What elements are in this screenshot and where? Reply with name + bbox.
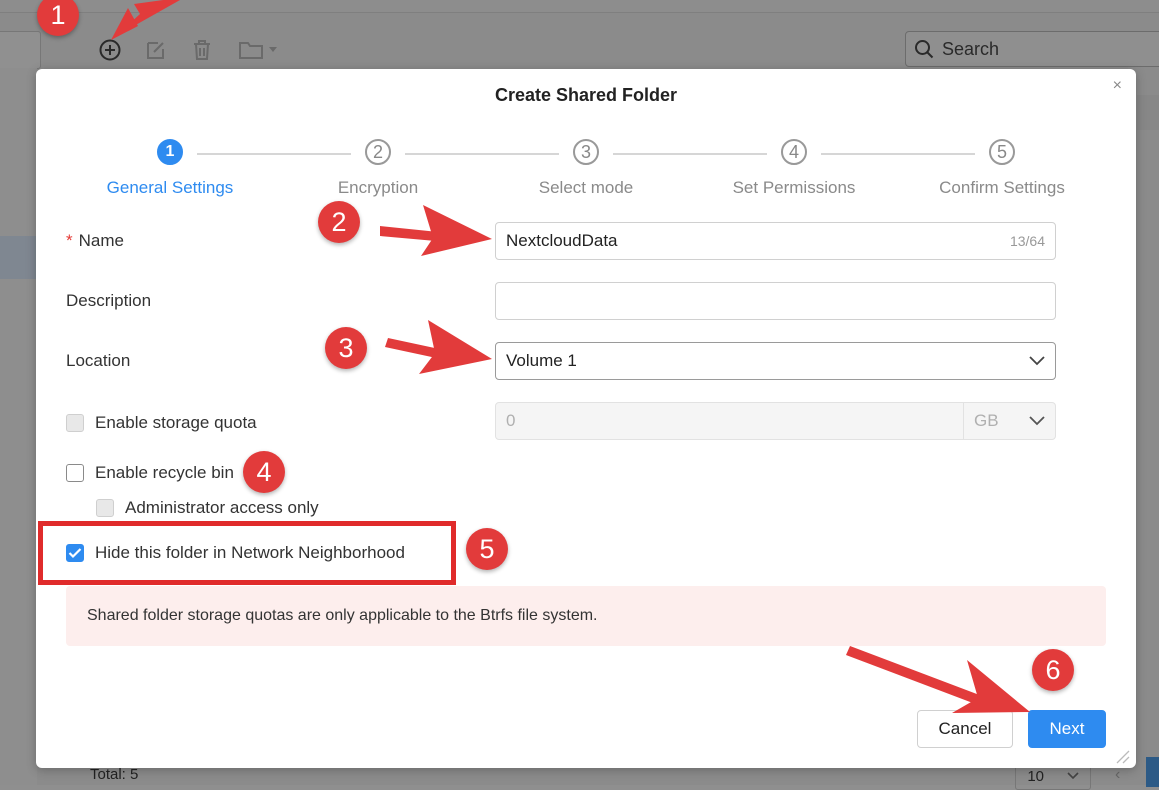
step-number: 1 [157,139,183,165]
quota-unit-value: GB [974,411,999,430]
chevron-down-icon [1067,772,1079,780]
chevron-down-icon [1029,416,1045,426]
close-icon[interactable]: × [1113,77,1122,95]
page-size-value: 10 [1027,767,1045,785]
chevron-down-icon [1029,356,1045,366]
step-connector [197,153,351,155]
step-number: 2 [365,139,391,165]
step-label: Set Permissions [732,178,856,197]
notice-text: Shared folder storage quotas are only ap… [87,607,598,624]
search-input[interactable]: Search [905,31,1159,67]
admin-only-checkbox-row[interactable]: Administrator access only [96,498,319,518]
description-input[interactable] [495,282,1056,320]
top-strip [0,0,1159,13]
step-label: General Settings [106,178,234,197]
step-label: Encryption [337,178,419,197]
quota-unit-select[interactable]: GB [963,403,1055,439]
name-input[interactable]: NextcloudData 13/64 [495,222,1056,260]
name-value: NextcloudData [506,231,618,250]
admin-only-label: Administrator access only [125,498,319,517]
description-label: Description [66,291,152,310]
storage-quota-checkbox[interactable] [66,414,84,432]
cancel-button[interactable]: Cancel [917,710,1013,748]
page-current[interactable] [1146,757,1159,787]
highlight-box [38,521,456,585]
create-shared-folder-dialog: Create Shared Folder × 1 General Setting… [36,69,1136,768]
name-char-counter: 13/64 [1009,233,1045,249]
next-button[interactable]: Next [1028,710,1106,748]
btrfs-notice: Shared folder storage quotas are only ap… [66,586,1106,646]
trash-icon[interactable] [190,38,214,62]
recycle-bin-checkbox[interactable] [66,464,84,482]
chevron-down-icon [269,47,277,52]
left-panel [0,68,37,785]
step-label: Select mode [538,178,634,197]
location-value: Volume 1 [506,351,577,370]
folder-icon[interactable] [236,38,280,62]
location-select[interactable]: Volume 1 [495,342,1056,380]
step-number: 3 [573,139,599,165]
annotation-badge-3: 3 [325,327,367,369]
recycle-bin-checkbox-row[interactable]: Enable recycle bin [66,463,234,483]
recycle-bin-label: Enable recycle bin [95,463,234,482]
add-icon[interactable] [98,38,122,62]
storage-quota-checkbox-row[interactable]: Enable storage quota [66,413,257,433]
step-connector [613,153,767,155]
total-count: Total: 5 [90,766,139,783]
step-number: 4 [781,139,807,165]
storage-quota-input[interactable]: 0 GB [495,402,1056,440]
edit-icon[interactable] [144,38,168,62]
search-icon [915,40,934,59]
step-number: 5 [989,139,1015,165]
step-label: Confirm Settings [939,178,1065,197]
annotation-badge-5: 5 [466,528,508,570]
step-connector [405,153,559,155]
search-placeholder: Search [942,38,1000,59]
page-prev-icon[interactable]: ‹ [1115,766,1120,784]
storage-quota-value: 0 [506,411,516,430]
dialog-title: Create Shared Folder [494,85,678,105]
name-label: * Name [66,231,124,251]
toolbar [98,36,280,64]
required-mark: * [66,231,73,250]
left-panel-selection [0,236,37,279]
annotation-badge-2: 2 [318,201,360,243]
name-label-text: Name [78,231,124,250]
annotation-badge-4: 4 [243,451,285,493]
table-header-strip [1137,95,1159,130]
step-connector [821,153,975,155]
location-label: Location [66,351,131,370]
annotation-badge-6: 6 [1032,649,1074,691]
resize-handle-icon[interactable] [1112,746,1130,764]
admin-only-checkbox[interactable] [96,499,114,517]
storage-quota-label: Enable storage quota [95,413,257,432]
left-input [0,31,41,69]
